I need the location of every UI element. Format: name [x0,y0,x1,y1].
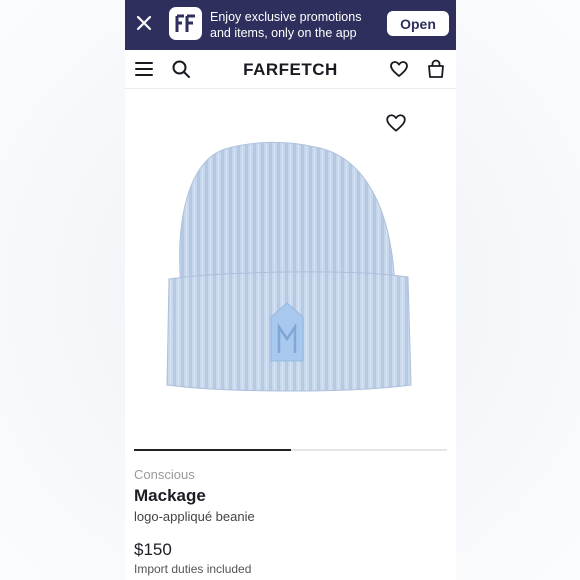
promo-text: Enjoy exclusive promotions and items, on… [210,10,362,40]
heart-icon[interactable] [389,59,409,79]
import-duties-note: Import duties included [134,562,252,576]
farfetch-app-logo-icon [169,7,202,40]
product-price: $150 [134,540,172,559]
top-navbar: FARFETCH [125,50,456,89]
product-name: logo-appliqué beanie [134,509,255,524]
conscious-tag: Conscious [134,467,195,482]
open-app-button[interactable]: Open [387,11,449,36]
add-to-wishlist-icon[interactable] [385,112,407,134]
gallery-progress-fill [134,449,291,451]
gallery-progress-bar [134,449,447,451]
brand-name[interactable]: Mackage [134,486,206,506]
app-screen: Enjoy exclusive promotions and items, on… [125,0,456,580]
close-icon[interactable] [133,12,155,34]
product-image[interactable] [125,89,456,444]
app-promo-banner: Enjoy exclusive promotions and items, on… [125,0,456,50]
bag-icon[interactable] [426,59,446,79]
beanie-illustration [166,141,412,392]
